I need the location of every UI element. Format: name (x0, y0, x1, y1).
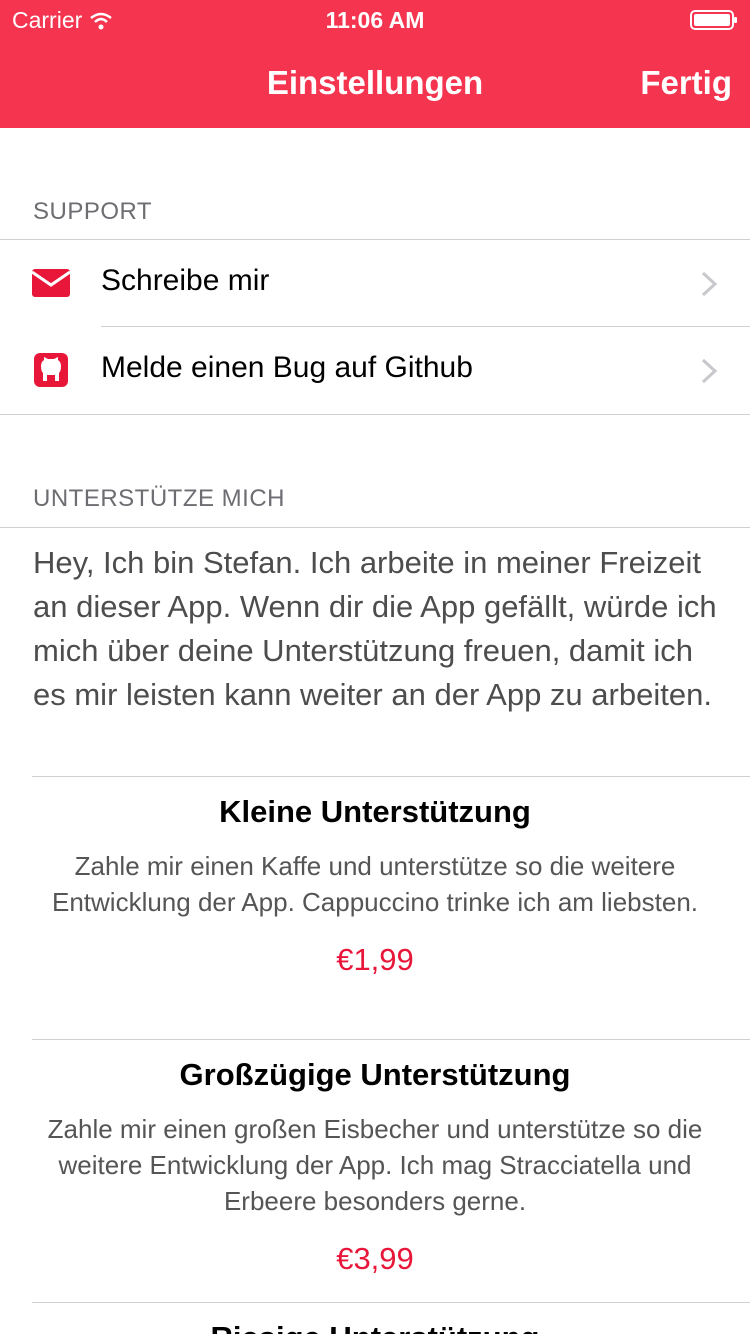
write-me-cell[interactable]: Schreibe mir (0, 240, 750, 327)
huge-donation-option[interactable]: Riesige Unterstützung (0, 1320, 750, 1334)
divider (0, 414, 750, 415)
report-bug-label: Melde einen Bug auf Github (101, 351, 473, 384)
divider (0, 527, 750, 528)
navigation-header: Carrier 11:06 AM Einstellungen Fertig (0, 0, 750, 128)
battery-icon (690, 10, 737, 30)
tier-price: €3,99 (336, 1241, 414, 1276)
small-donation-option[interactable]: Kleine Unterstützung Zahle mir einen Kaf… (0, 794, 750, 978)
tier-title: Großzügige Unterstützung (179, 1057, 571, 1092)
divider (32, 776, 750, 777)
divider (32, 1302, 750, 1303)
divider (32, 1039, 750, 1040)
generous-donation-option[interactable]: Großzügige Unterstützung Zahle mir einen… (0, 1057, 750, 1277)
tier-title: Kleine Unterstützung (219, 794, 531, 829)
tier-title: Riesige Unterstützung (0, 1320, 750, 1334)
write-me-label: Schreibe mir (101, 264, 270, 297)
done-button[interactable]: Fertig (640, 64, 732, 102)
tier-description: Zahle mir einen Kaffe und unterstütze so… (51, 851, 698, 917)
chevron-right-icon (701, 271, 718, 297)
settings-content[interactable]: SUPPORT Schreibe mir Melde einen Bug auf… (0, 128, 750, 1334)
mail-icon (31, 269, 71, 297)
github-icon (34, 353, 68, 387)
donate-intro-text: Hey, Ich bin Stefan. Ich arbeite in mein… (33, 545, 717, 712)
page-title: Einstellungen (266, 64, 484, 101)
status-bar: Carrier 11:06 AM (0, 0, 750, 40)
tier-price: €1,99 (336, 942, 414, 977)
chevron-right-icon (701, 358, 718, 384)
tier-description: Zahle mir einen großen Eisbecher und unt… (47, 1114, 703, 1216)
donate-section-title: UNTERSTÜTZE MICH (33, 485, 285, 512)
status-time: 11:06 AM (325, 7, 425, 33)
support-section-title: SUPPORT (33, 198, 153, 225)
report-bug-cell[interactable]: Melde einen Bug auf Github (0, 327, 750, 414)
